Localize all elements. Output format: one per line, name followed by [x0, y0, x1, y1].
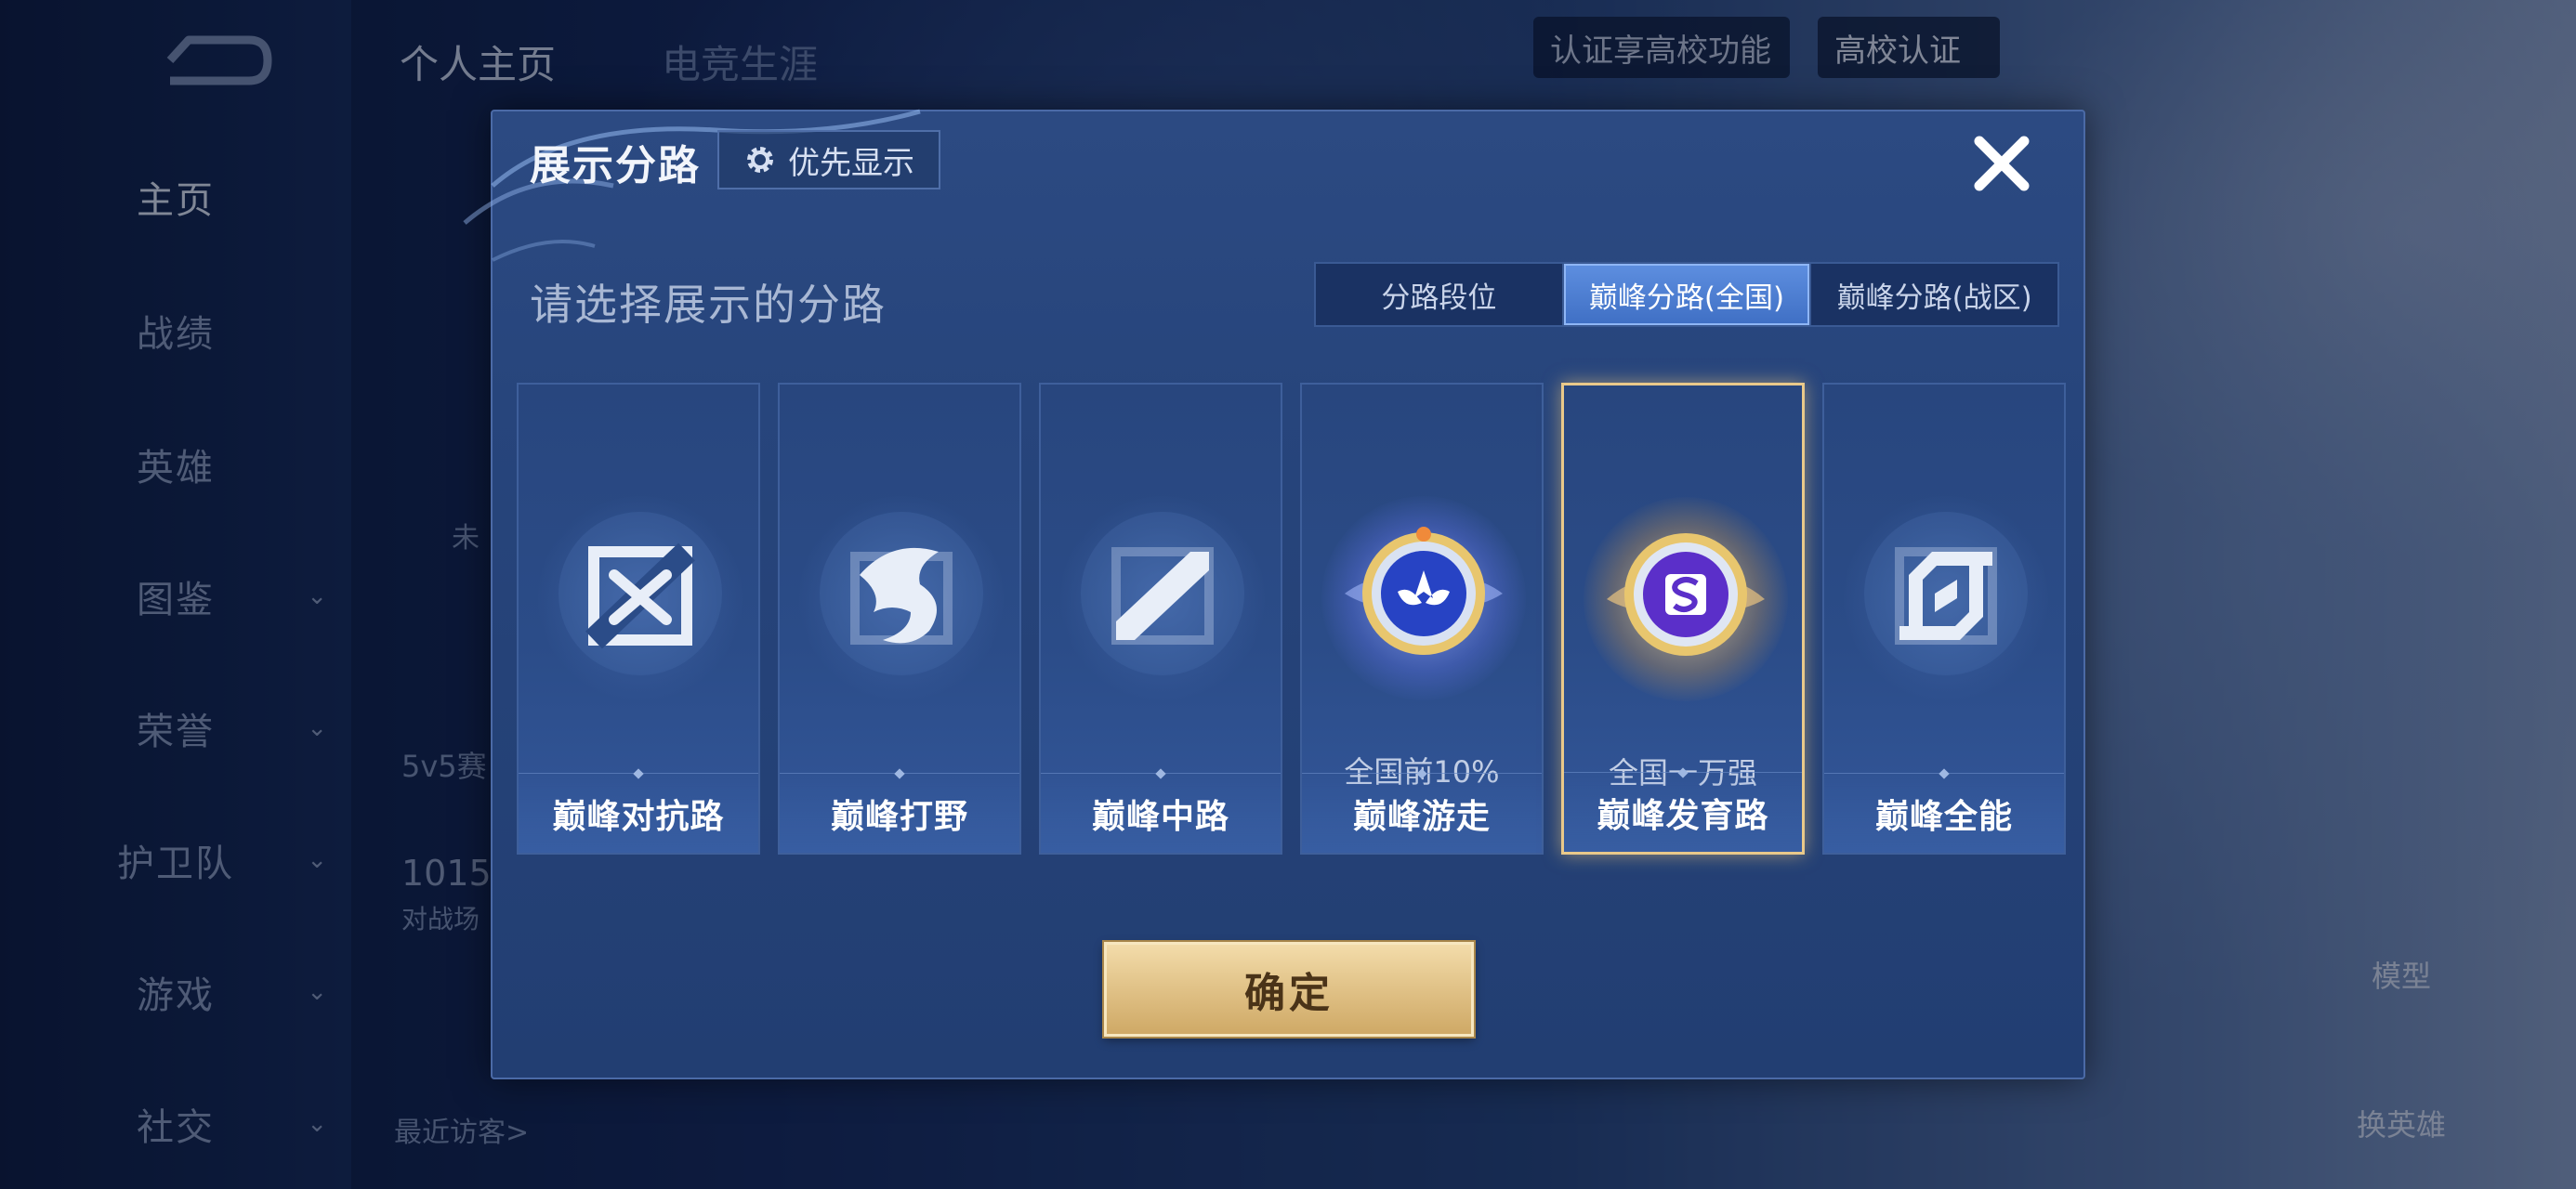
- jungle-dragon-icon: [820, 512, 983, 675]
- lane-card-all-round[interactable]: 巅峰全能: [1822, 383, 2066, 855]
- lane-name: 巅峰发育路: [1564, 772, 1802, 852]
- lane-name: 巅峰对抗路: [519, 773, 758, 853]
- lane-card-clash[interactable]: 巅峰对抗路: [517, 383, 760, 855]
- confirm-label: 确定: [1244, 970, 1334, 1017]
- priority-display-button[interactable]: 优先显示: [717, 130, 940, 189]
- mid-lane-icon: [1081, 512, 1244, 675]
- lane-name: 巅峰中路: [1041, 773, 1281, 853]
- priority-display-label: 优先显示: [788, 144, 914, 182]
- confirm-button[interactable]: 确定: [1104, 942, 1474, 1037]
- roam-rank-emblem: [1345, 527, 1503, 655]
- lane-display-dialog: 展示分路 优先显示 请选择展示的分路 分路段位 巅峰分路(全国) 巅峰分路(战区…: [463, 109, 2085, 1079]
- all-round-icon: [1864, 512, 2028, 675]
- lane-card-jungle[interactable]: 巅峰打野: [778, 383, 1021, 855]
- lane-name: 巅峰游走: [1302, 773, 1542, 853]
- dialog-title: 展示分路: [530, 142, 701, 189]
- close-button[interactable]: [1965, 126, 2039, 201]
- farm-lane-rank-emblem: [1607, 533, 1765, 656]
- lane-name: 巅峰打野: [780, 773, 1019, 853]
- lane-card-roam[interactable]: 全国前10% 巅峰游走: [1300, 383, 1544, 855]
- lane-type-segmented-control: 分路段位 巅峰分路(全国) 巅峰分路(战区): [1314, 262, 2059, 327]
- tab-peak-lane-region[interactable]: 巅峰分路(战区): [1811, 264, 2057, 325]
- tab-lane-rank[interactable]: 分路段位: [1316, 264, 1564, 325]
- clash-lane-icon: [559, 512, 722, 675]
- dialog-subtitle: 请选择展示的分路: [530, 280, 887, 330]
- tab-peak-lane-national[interactable]: 巅峰分路(全国): [1563, 264, 1812, 325]
- lane-name: 巅峰全能: [1824, 773, 2064, 853]
- lane-card-farm[interactable]: 全国一万强 巅峰发育路: [1561, 383, 1805, 855]
- lane-card-mid[interactable]: 巅峰中路: [1039, 383, 1282, 855]
- close-icon: [1974, 136, 2030, 191]
- gear-icon: [747, 147, 773, 173]
- lane-card-list: 巅峰对抗路 巅峰打野 巅峰中路 巅峰游走 巅峰发育路 巅峰全能: [517, 383, 2067, 855]
